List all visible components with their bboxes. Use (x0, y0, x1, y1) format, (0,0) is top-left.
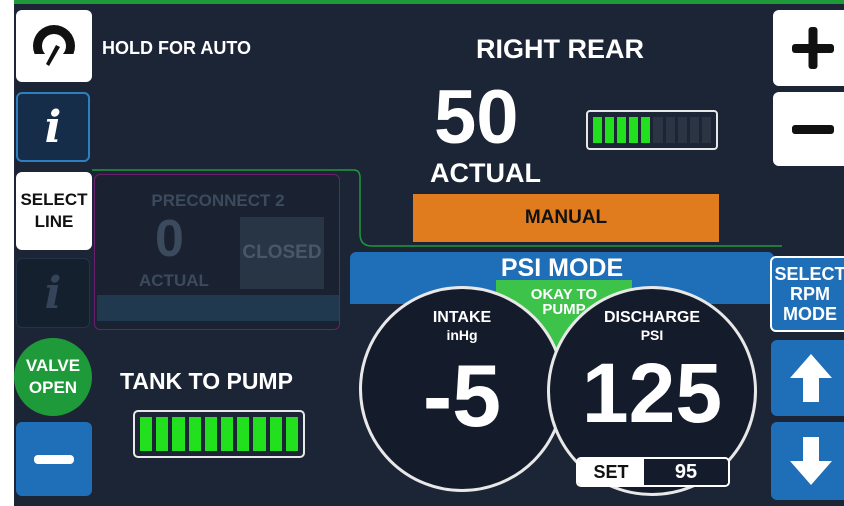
line-bar-segment (629, 117, 639, 143)
preconnect-strip (97, 295, 339, 321)
tank-bar-segment (221, 417, 234, 451)
set-point-box[interactable]: SET 95 (576, 457, 730, 487)
gauge-icon (33, 25, 75, 68)
discharge-dial: DISCHARGE PSI 125 SET 95 (547, 286, 757, 496)
preconnect-actual-value: 0 (155, 210, 184, 268)
line-bar-segment (641, 117, 651, 143)
select-rpm-mode-button[interactable]: SELECT RPM MODE (770, 256, 844, 332)
tank-bar-segment (237, 417, 250, 451)
tank-bar-segment (204, 417, 218, 451)
plus-button[interactable] (773, 10, 844, 86)
minus-icon (792, 124, 834, 134)
select-line-label: SELECT LINE (20, 190, 88, 231)
arrow-down-icon (790, 437, 832, 485)
pressure-down-button[interactable] (771, 422, 844, 500)
tank-bar-segment (253, 417, 266, 451)
line-bar-segment (593, 117, 603, 143)
line-bar-segment (689, 117, 699, 143)
intake-unit: inHg (446, 327, 478, 343)
select-rpm-mode-label: SELECT RPM MODE (774, 264, 844, 324)
discharge-value: 125 (581, 346, 723, 440)
line-level-bar (586, 110, 718, 150)
info-icon: i (44, 101, 62, 153)
tank-bar-segment (285, 417, 299, 451)
line-bar-segment (617, 117, 627, 143)
tank-bar-segment (140, 417, 153, 451)
line-bar-segment (653, 117, 663, 143)
pump-control-screen: HOLD FOR AUTO i SELECT LINE i VALVE OPEN… (14, 4, 844, 506)
tank-level-bar (133, 410, 305, 458)
minus-button[interactable] (773, 92, 844, 166)
line-bar-segment (701, 117, 711, 143)
tank-bar-segment (156, 417, 169, 451)
info-button-disabled: i (16, 258, 90, 328)
intake-value: -5 (422, 346, 502, 445)
preconnect-name: PRECONNECT 2 (151, 191, 285, 210)
line-title: RIGHT REAR (476, 34, 644, 64)
line-bar-segment (605, 117, 615, 143)
line-actual-value: 50 (434, 75, 519, 160)
arrow-up-icon (790, 354, 832, 402)
set-label: SET (578, 459, 644, 485)
set-value: 95 (644, 459, 728, 485)
preconnect-status: CLOSED (240, 217, 324, 289)
discharge-label: DISCHARGE (603, 309, 700, 326)
valve-open-indicator[interactable]: VALVE OPEN (14, 338, 92, 416)
preconnect-panel: PRECONNECT 2 0 ACTUAL CLOSED (94, 174, 340, 330)
line-bar-segment (677, 117, 687, 143)
tank-bar-segment (269, 417, 282, 451)
intake-dial: INTAKE inHg -5 (359, 286, 565, 492)
tank-bar-segment (172, 417, 185, 451)
select-line-button[interactable]: SELECT LINE (16, 172, 92, 250)
manual-mode-badge[interactable]: MANUAL (413, 194, 719, 242)
preconnect-actual-label: ACTUAL (139, 271, 209, 290)
pressure-up-button[interactable] (771, 340, 844, 416)
psi-mode-label: PSI MODE (500, 254, 624, 282)
tank-to-pump-label: TANK TO PUMP (120, 368, 293, 394)
info-icon-disabled: i (44, 267, 62, 319)
valve-minus-button[interactable] (16, 422, 92, 496)
line-actual-label: ACTUAL (430, 158, 541, 188)
hold-for-auto-label: HOLD FOR AUTO (102, 38, 251, 58)
line-bar-segment (665, 117, 675, 143)
intake-label: INTAKE (432, 309, 492, 326)
discharge-unit: PSI (640, 327, 664, 343)
tank-bar-segment (188, 417, 201, 451)
info-button[interactable]: i (16, 92, 90, 162)
valve-status-label: VALVE OPEN (25, 356, 81, 397)
minus-icon (34, 454, 74, 464)
plus-icon (792, 27, 834, 69)
auto-gauge-button[interactable] (16, 10, 92, 82)
